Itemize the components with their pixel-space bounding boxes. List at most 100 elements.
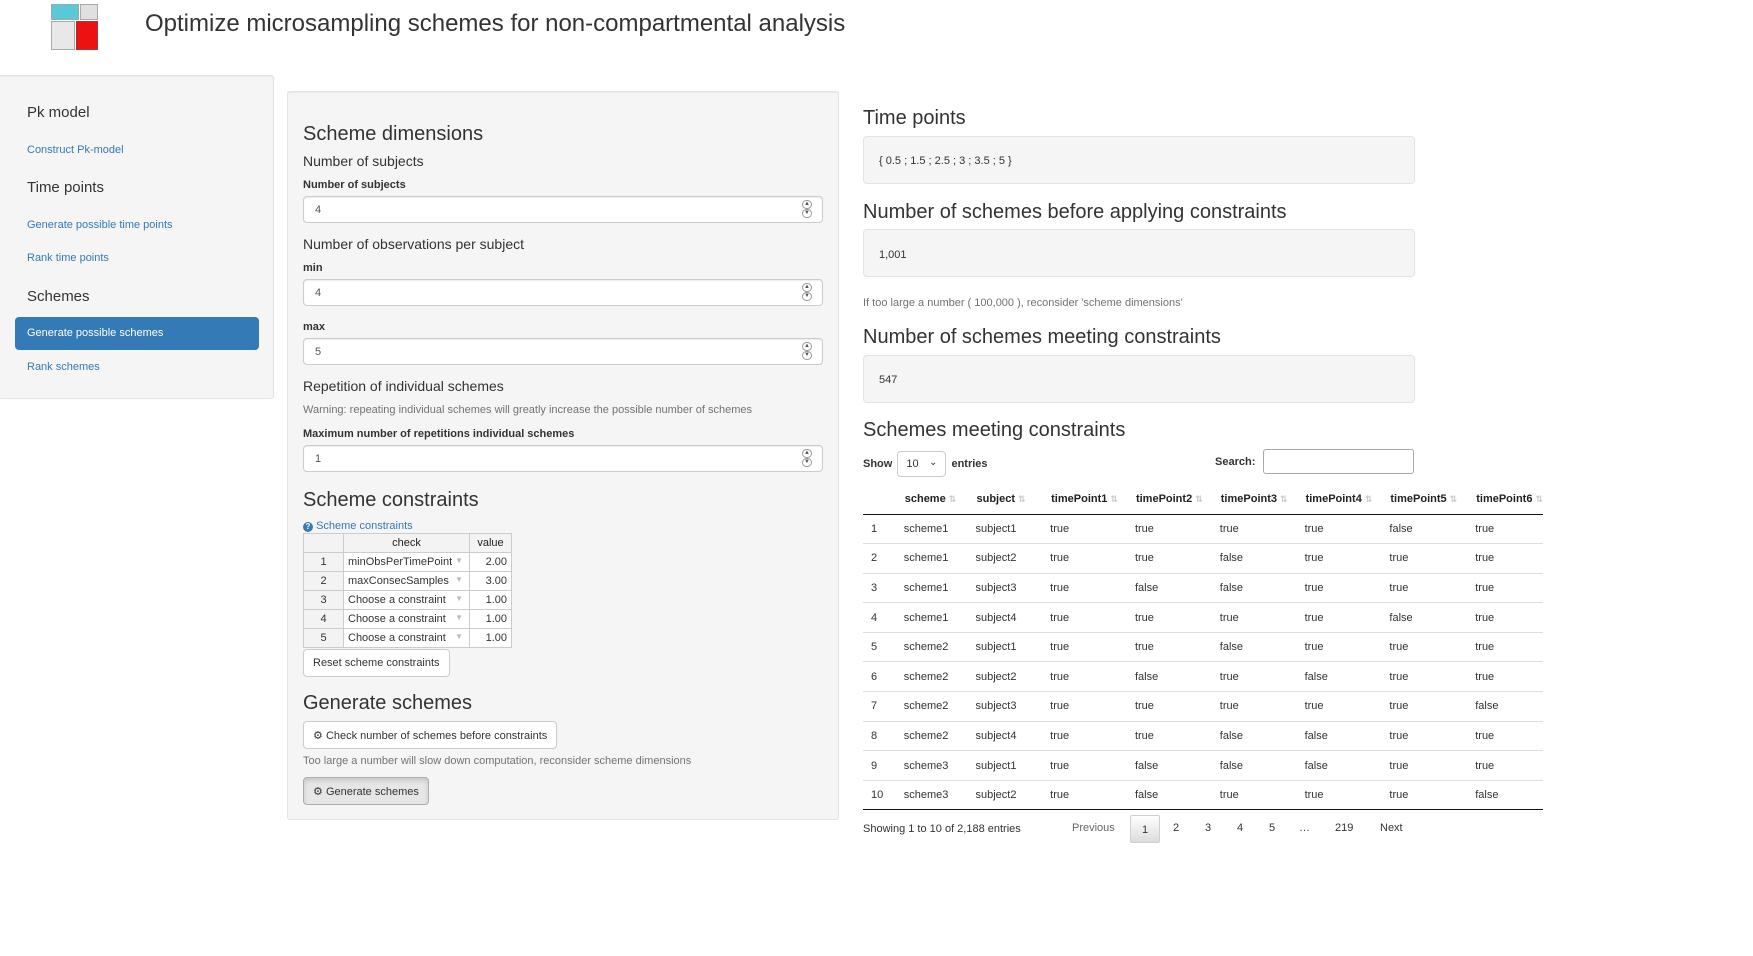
reset-constraints-button[interactable]: Reset scheme constraints [303, 649, 450, 677]
sidebar-item-rank-schemes[interactable]: Rank schemes [27, 361, 100, 373]
table-row[interactable]: 5 scheme2 subject1 true true false true true tru… [863, 631, 1543, 662]
table-cell: true [1380, 720, 1467, 751]
table-row[interactable]: 3 scheme1 subject3 true false false true true tr… [863, 572, 1543, 603]
table-cell: true [1295, 691, 1381, 722]
row-index-header [863, 484, 895, 515]
table-cell: subject2 [966, 661, 1042, 692]
table-cell: subject1 [966, 631, 1042, 662]
sidebar: Pk model Construct Pk-model Time points … [0, 75, 274, 399]
constraint-select[interactable]: Choose a constraint ▼ [343, 609, 470, 629]
column-header-scheme[interactable]: scheme ⇅ [894, 484, 967, 515]
subjects-input[interactable]: 4 ▲ ▼ [303, 196, 823, 223]
scheme-constraints-heading: Scheme constraints [303, 489, 479, 511]
pagination-page[interactable]: 3 [1205, 822, 1211, 834]
schemes-before-help: If too large a number ( 100,000 ), recon… [863, 297, 1183, 309]
min-label: min [303, 262, 323, 274]
repetition-value: 1 [315, 453, 322, 465]
table-cell: scheme3 [894, 779, 967, 811]
max-spinner[interactable]: ▲ ▼ [802, 342, 813, 361]
table-cell: true [1041, 691, 1126, 722]
entries-select[interactable]: 10 ⌄ [897, 451, 947, 477]
constraint-value-cell[interactable]: 1.00 [469, 628, 512, 648]
search-input[interactable] [1263, 449, 1414, 474]
table-row[interactable]: 7 scheme2 subject3 true true true true true fals… [863, 691, 1543, 722]
pagination-current-page[interactable]: 1 [1130, 815, 1160, 843]
subjects-value: 4 [315, 204, 322, 216]
pagination-page[interactable]: 2 [1173, 822, 1179, 834]
row-number: 3 [303, 590, 344, 610]
table-cell: scheme1 [894, 572, 967, 603]
table-row[interactable]: 4 scheme1 subject4 true true true true false tru… [863, 602, 1543, 633]
constraint-select[interactable]: Choose a constraint ▼ [343, 590, 470, 610]
table-cell: true [1380, 779, 1467, 811]
table-cell: true [1466, 661, 1543, 692]
time-points-heading: Time points [863, 107, 966, 129]
table-cell: true [1041, 543, 1126, 574]
pagination-page[interactable]: 4 [1237, 822, 1243, 834]
sort-icon: ⇅ [948, 493, 957, 504]
column-header-timepoint5[interactable]: timePoint5 ⇅ [1380, 484, 1467, 515]
table-cell: true [1210, 779, 1296, 811]
pagination-page[interactable]: 5 [1269, 822, 1275, 834]
column-header-timepoint6[interactable]: timePoint6 ⇅ [1466, 484, 1543, 515]
row-index-cell: 1 [863, 513, 895, 544]
constraints-help-text: Scheme constraints [316, 520, 413, 532]
constraint-select[interactable]: maxConsecSamples ▼ [343, 571, 470, 591]
column-label: timePoint1 [1051, 492, 1108, 505]
table-cell: true [1380, 543, 1467, 574]
table-cell: true [1210, 602, 1296, 633]
column-header-timepoint2[interactable]: timePoint2 ⇅ [1125, 484, 1211, 515]
subjects-label: Number of subjects [303, 179, 406, 191]
max-observations-input[interactable]: 5 ▲ ▼ [303, 338, 823, 365]
row-index-cell: 8 [863, 720, 895, 751]
search-label: Search: [1215, 456, 1256, 468]
table-cell: true [1041, 513, 1126, 544]
column-header-timepoint3[interactable]: timePoint3 ⇅ [1210, 484, 1296, 515]
pagination-previous[interactable]: Previous [1072, 822, 1115, 834]
table-cell: false [1295, 750, 1381, 781]
generate-schemes-button[interactable]: ⚙ Generate schemes [303, 777, 429, 805]
repetition-spinner[interactable]: ▲ ▼ [802, 449, 813, 468]
min-observations-input[interactable]: 4 ▲ ▼ [303, 279, 823, 306]
schemes-before-heading: Number of schemes before applying constr… [863, 201, 1287, 223]
sidebar-item-generate-schemes[interactable]: Generate possible schemes [15, 317, 259, 350]
constraint-value-cell[interactable]: 2.00 [469, 552, 512, 572]
column-header-timepoint1[interactable]: timePoint1 ⇅ [1041, 484, 1126, 515]
sidebar-item-construct-pk-model[interactable]: Construct Pk-model [27, 144, 124, 156]
check-schemes-label: Check number of schemes before constrain… [325, 730, 548, 742]
table-row[interactable]: 1 scheme1 subject1 true true true true false tru… [863, 513, 1543, 544]
constraints-row: 2 maxConsecSamples ▼ 3.00 [303, 571, 512, 591]
table-row[interactable]: 10 scheme3 subject2 true false true true true fa… [863, 779, 1543, 811]
column-header-subject[interactable]: subject ⇅ [966, 484, 1042, 515]
table-cell: true [1380, 661, 1467, 692]
table-row[interactable]: 8 scheme2 subject4 true true false false true tr… [863, 720, 1543, 751]
check-schemes-button[interactable]: ⚙ Check number of schemes before constra… [303, 721, 558, 749]
sidebar-heading-pk-model: Pk model [27, 104, 90, 121]
pagination-page[interactable]: 219 [1335, 822, 1353, 834]
min-spinner[interactable]: ▲ ▼ [802, 283, 813, 302]
dropdown-arrow-icon: ▼ [455, 594, 463, 603]
table-cell: false [1210, 720, 1296, 751]
sidebar-item-rank-time-points[interactable]: Rank time points [27, 252, 109, 264]
constraint-select[interactable]: minObsPerTimePoint ▼ [343, 552, 470, 572]
constraint-select[interactable]: Choose a constraint ▼ [343, 628, 470, 648]
repetition-input[interactable]: 1 ▲ ▼ [303, 445, 823, 472]
constraints-help-link[interactable]: ? Scheme constraints [303, 520, 413, 532]
chevron-down-icon: ⌄ [929, 457, 938, 468]
table-row[interactable]: 9 scheme3 subject1 true false false false true t… [863, 750, 1543, 781]
sidebar-heading-schemes: Schemes [27, 288, 90, 305]
column-label: timePoint5 [1390, 492, 1447, 505]
subjects-spinner[interactable]: ▲ ▼ [802, 200, 813, 219]
table-row[interactable]: 2 scheme1 subject2 true true false true true tru… [863, 543, 1543, 574]
pagination-next[interactable]: Next [1380, 822, 1403, 834]
table-cell: scheme3 [894, 750, 967, 781]
cogs-icon: ⚙ [313, 786, 323, 798]
table-cell: true [1466, 543, 1543, 574]
constraint-value-cell[interactable]: 1.00 [469, 590, 512, 610]
constraint-value-cell[interactable]: 1.00 [469, 609, 512, 629]
constraint-value-cell[interactable]: 3.00 [469, 571, 512, 591]
sidebar-heading-time-points: Time points [27, 179, 104, 196]
sidebar-item-generate-time-points[interactable]: Generate possible time points [27, 219, 173, 231]
table-row[interactable]: 6 scheme2 subject2 true false true false true tr… [863, 661, 1543, 692]
column-header-timepoint4[interactable]: timePoint4 ⇅ [1295, 484, 1381, 515]
